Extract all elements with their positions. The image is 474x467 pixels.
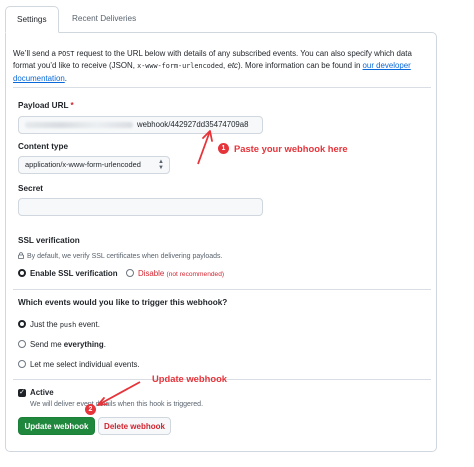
- step-two-badge: 2: [85, 404, 96, 415]
- step-two-annotation: Update webhook: [152, 373, 228, 384]
- tab-settings[interactable]: Settings: [5, 6, 59, 33]
- annotation-arrows: [97, 130, 213, 406]
- step-one-annotation: Paste your webhook here: [234, 143, 348, 154]
- arrow-to-update-button: [97, 381, 141, 406]
- arrow-to-url-input: [197, 130, 213, 165]
- step-one-badge: 1: [218, 143, 229, 154]
